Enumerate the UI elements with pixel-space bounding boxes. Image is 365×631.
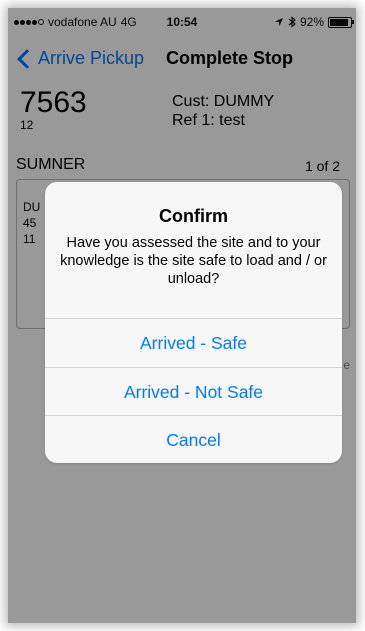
cancel-button[interactable]: Cancel: [45, 415, 342, 463]
alert-title: Confirm: [159, 206, 228, 226]
phone-screen: vodafone AU 4G 10:54 92% Arrive Pickup C…: [8, 8, 356, 623]
arrived-not-safe-button[interactable]: Arrived - Not Safe: [45, 367, 342, 416]
alert-message: Have you assessed the site and to your k…: [60, 235, 327, 287]
confirm-alert: Confirm Have you assessed the site and t…: [45, 182, 342, 463]
arrived-safe-button[interactable]: Arrived - Safe: [45, 318, 342, 367]
